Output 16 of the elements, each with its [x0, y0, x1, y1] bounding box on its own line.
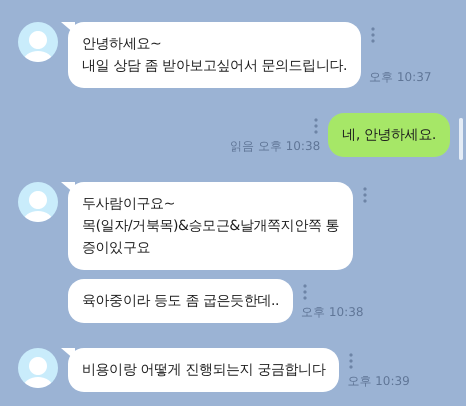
avatar [18, 182, 58, 222]
more-icon[interactable] [314, 118, 318, 134]
read-receipt: 읽음 [230, 138, 254, 155]
avatar [18, 348, 58, 388]
timestamp: 오후 10:38 [258, 138, 320, 155]
timestamp: 오후 10:38 [301, 304, 364, 321]
more-icon[interactable] [363, 187, 368, 203]
avatar [18, 22, 58, 62]
message-bubble: 네, 안녕하세요. [328, 113, 450, 157]
timestamp: 오후 10:39 [347, 373, 410, 390]
more-icon[interactable] [349, 353, 354, 369]
more-icon[interactable] [371, 27, 376, 43]
scrollbar[interactable] [459, 118, 463, 160]
more-icon[interactable] [303, 284, 308, 300]
timestamp: 오후 10:37 [369, 69, 432, 86]
message-bubble: 육아중이라 등도 좀 굽은듯한데.. [68, 279, 294, 323]
